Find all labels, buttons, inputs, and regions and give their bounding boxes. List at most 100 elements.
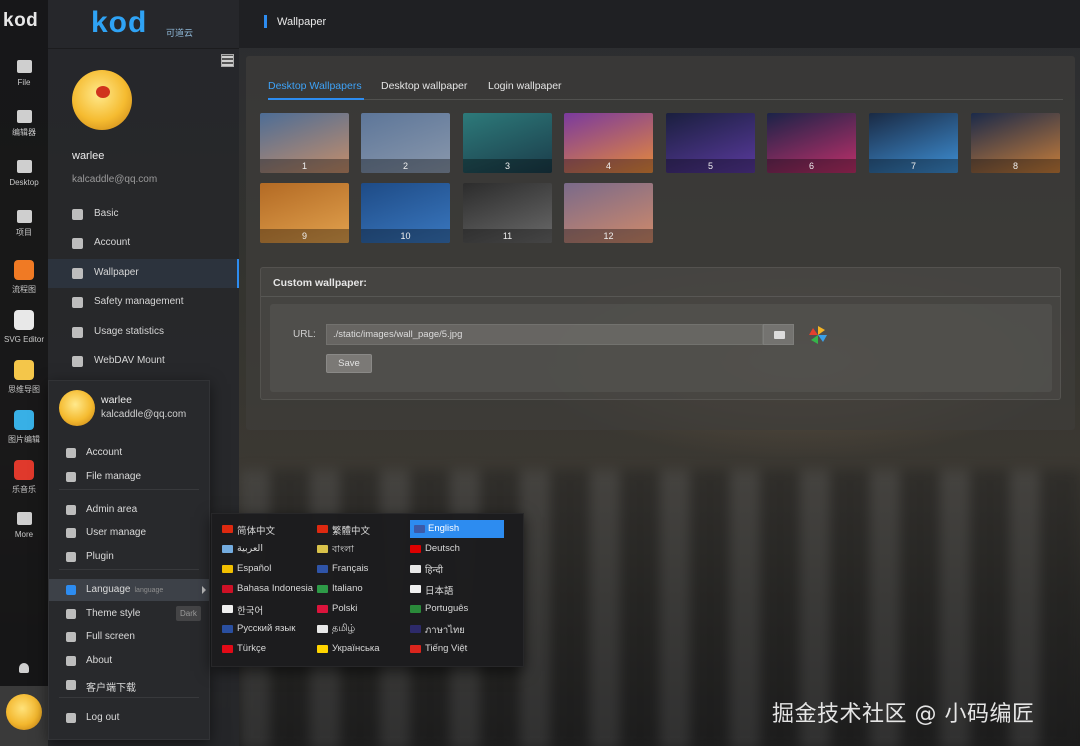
wallpaper-thumbnail[interactable]: 8 <box>971 113 1060 173</box>
language-option[interactable]: Tiếng Việt <box>410 640 504 658</box>
flag-icon <box>317 545 328 553</box>
wallpaper-thumbnail[interactable]: 2 <box>361 113 450 173</box>
menu-item-logout[interactable]: Log out <box>49 707 209 729</box>
logout-icon <box>66 713 76 723</box>
sidebar-item-account[interactable]: Account <box>48 229 239 258</box>
menu-item-fullscreen[interactable]: Full screen <box>49 626 209 648</box>
language-option[interactable]: Polski <box>317 600 411 618</box>
tab-login-wallpaper[interactable]: Login wallpaper <box>488 80 562 92</box>
language-option[interactable]: 한국어 <box>222 600 316 618</box>
menu-item-text: Full screen <box>86 631 135 642</box>
tab-desktop-wallpapers[interactable]: Desktop Wallpapers <box>268 80 362 92</box>
menu-item-info[interactable]: About <box>49 650 209 672</box>
language-option[interactable]: Deutsch <box>410 540 504 558</box>
music-icon <box>14 460 34 480</box>
rail-item-desktop[interactable]: Desktop <box>0 160 48 188</box>
rail-item-more[interactable]: More <box>0 512 48 540</box>
wallpaper-thumbnail[interactable]: 5 <box>666 113 755 173</box>
sidebar-item-usage-statistics[interactable]: Usage statistics <box>48 318 239 347</box>
save-button[interactable]: Save <box>326 354 372 373</box>
language-option[interactable]: Italiano <box>317 580 411 598</box>
language-option[interactable]: Español <box>222 560 316 578</box>
menu-item-bar-chart[interactable]: Admin area <box>49 499 209 521</box>
sidebar-item-wallpaper[interactable]: Wallpaper <box>48 259 239 288</box>
url-input[interactable] <box>326 324 763 345</box>
language-option[interactable]: ภาษาไทย <box>410 620 504 638</box>
language-label: বাংলা <box>332 544 354 555</box>
profile-avatar[interactable] <box>72 70 132 130</box>
wallpaper-thumbnail[interactable]: 6 <box>767 113 856 173</box>
wallpaper-number: 5 <box>666 159 755 173</box>
folder-icon <box>66 472 76 482</box>
flag-icon <box>317 585 328 593</box>
rail-item-图片编辑[interactable]: 图片编辑 <box>0 410 48 445</box>
wallpaper-number: 12 <box>564 229 653 243</box>
language-option[interactable]: 日本語 <box>410 580 504 598</box>
qr-code-icon[interactable] <box>221 54 234 67</box>
bell-icon[interactable] <box>19 663 29 673</box>
wallpaper-number: 8 <box>971 159 1060 173</box>
rail-user-button[interactable] <box>0 686 48 746</box>
sidebar-item-basic[interactable]: Basic <box>48 200 239 229</box>
wallpaper-thumbnail[interactable]: 10 <box>361 183 450 243</box>
rail-item-流程图[interactable]: 流程图 <box>0 260 48 295</box>
rail-item-svg-editor[interactable]: SVG Editor <box>0 310 48 345</box>
user-dropdown-menu: warlee kalcaddle@qq.com Account File mana… <box>48 380 210 740</box>
language-label: Português <box>425 603 469 614</box>
language-option[interactable]: العربية <box>222 540 316 558</box>
language-option[interactable]: Bahasa Indonesia <box>222 580 316 598</box>
menu-item-folder[interactable]: File manage <box>49 466 209 488</box>
browse-folder-button[interactable] <box>763 324 794 345</box>
language-label: Français <box>332 563 369 574</box>
language-option[interactable]: Türkçe <box>222 640 316 658</box>
wallpaper-thumbnail[interactable]: 11 <box>463 183 552 243</box>
language-option[interactable]: Українська <box>317 640 411 658</box>
wallpaper-thumbnail[interactable]: 7 <box>869 113 958 173</box>
language-option[interactable]: 繁體中文 <box>317 520 411 538</box>
sidebar-item-webdav-mount[interactable]: WebDAV Mount <box>48 347 239 376</box>
menu-item-user-circle[interactable]: Account <box>49 442 209 464</box>
language-label: Bahasa Indonesia <box>237 583 314 594</box>
language-option[interactable]: Português <box>410 600 504 618</box>
language-label: Українська <box>332 643 380 654</box>
language-option[interactable]: हिन्दी <box>410 560 504 578</box>
language-option[interactable]: English <box>410 520 504 538</box>
profile-name: warlee <box>72 150 105 162</box>
language-option[interactable]: বাংলা <box>317 540 411 558</box>
menu-item-shirt[interactable]: Theme style Dark <box>49 603 209 625</box>
app-logo[interactable]: kod <box>3 10 38 32</box>
shirt-icon <box>66 609 76 619</box>
language-option[interactable]: Français <box>317 560 411 578</box>
wallpaper-number: 7 <box>869 159 958 173</box>
fullscreen-icon <box>66 632 76 642</box>
menu-item-label: Admin area <box>86 504 137 515</box>
rail-item-编辑器[interactable]: 编辑器 <box>0 110 48 138</box>
wallpaper-thumbnail[interactable]: 3 <box>463 113 552 173</box>
language-submenu: 简体中文 繁體中文 English العربية বাংলা Deutsch Españo… <box>211 513 524 667</box>
wallpaper-thumbnail[interactable]: 12 <box>564 183 653 243</box>
rail-item-思维导图[interactable]: 思维导图 <box>0 360 48 395</box>
menu-item-download[interactable]: 客户端下载 <box>49 674 209 696</box>
language-option[interactable]: தமிழ் <box>317 620 411 638</box>
pinwheel-icon[interactable] <box>808 325 828 345</box>
menu-item-users[interactable]: User manage <box>49 522 209 544</box>
rail-item-项目[interactable]: 项目 <box>0 210 48 238</box>
language-label: தமிழ் <box>332 623 356 634</box>
flag-icon <box>410 605 421 613</box>
language-option[interactable]: Русский язык <box>222 620 316 638</box>
monitor-icon <box>16 160 32 173</box>
sidebar-item-safety-management[interactable]: Safety management <box>48 288 239 317</box>
wallpaper-thumbnail[interactable]: 1 <box>260 113 349 173</box>
divider <box>48 48 239 49</box>
wallpaper-thumbnail[interactable]: 9 <box>260 183 349 243</box>
menu-item-plugin[interactable]: Plugin <box>49 546 209 568</box>
rail-item-乐音乐[interactable]: 乐音乐 <box>0 460 48 495</box>
flag-icon <box>222 585 233 593</box>
wallpaper-thumbnail[interactable]: 4 <box>564 113 653 173</box>
menu-item-flag[interactable]: Language language <box>49 579 209 601</box>
menu-item-label: Theme style <box>86 608 140 619</box>
language-option[interactable]: 简体中文 <box>222 520 316 538</box>
tab-desktop-wallpaper[interactable]: Desktop wallpaper <box>381 80 467 92</box>
flag-icon <box>222 545 233 553</box>
rail-item-file[interactable]: File <box>0 60 48 88</box>
